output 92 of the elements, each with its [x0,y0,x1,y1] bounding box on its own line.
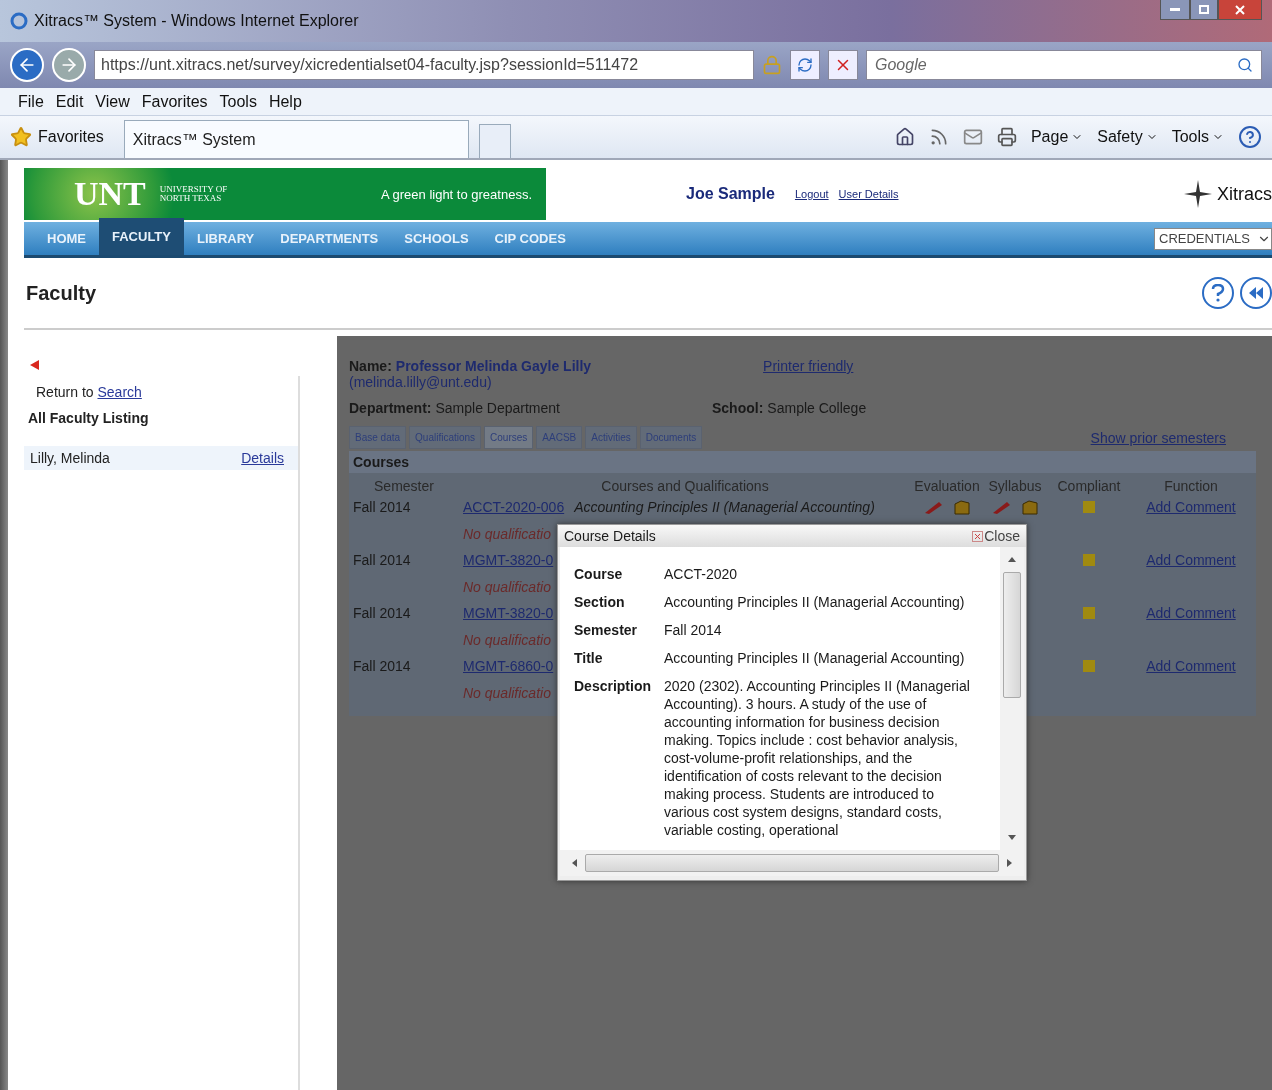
browser-tab[interactable]: Xitracs™ System [123,120,469,158]
minimize-icon [1170,7,1180,12]
compliant-marker [1083,501,1095,513]
header-link[interactable]: User Details [838,188,899,200]
dialog-title: Course Details [564,528,656,544]
mail-icon[interactable] [962,127,983,147]
page-title: Faculty [25,281,97,305]
column-header: Semester [373,477,435,494]
qualification-note: No qualificatio [463,684,551,701]
home-icon[interactable] [894,127,915,147]
help-icon[interactable] [1238,125,1262,149]
compliant-marker [1083,607,1095,619]
menu-item[interactable]: File [14,92,48,111]
search-field[interactable]: Google [866,50,1262,80]
header-link[interactable]: Logout [794,188,829,200]
field-value: 2020 (2302). Accounting Principles II (Managerial Accounting). 3 hours. A study of the use of accounting information for business decision making. Topics include : cost behavior analysis, cost-volume-profit relationships, and the identification of costs relevant to the decision making process. Students are introduced to various cost system designs, standard costs, variable costing, operational [664,677,971,840]
qualification-note: No qualificatio [463,578,551,595]
field-value: Accounting Principles II (Managerial Accounting) [664,649,966,668]
refresh-button[interactable] [790,50,820,80]
logo-subtitle: UNIVERSITY OF NORTH TEXAS [159,185,229,203]
table-title: Courses [349,451,1256,473]
stop-button[interactable] [828,50,858,80]
vertical-scrollbar[interactable] [1000,547,1024,850]
course-title: Accounting Principles II (Managerial Accounting) [574,499,875,515]
maximize-icon [1199,5,1209,14]
menu-item[interactable]: Help [264,92,306,111]
close-icon [972,530,984,542]
refresh-icon [797,57,813,73]
command-menu[interactable]: Page [1030,128,1084,146]
semester-cell-text: Fall 2014 [352,551,412,570]
close-icon [1235,4,1245,15]
details-link[interactable]: Details [241,450,284,466]
column-header: Compliant [1056,477,1122,494]
minimize-button[interactable] [1160,0,1190,20]
school-line: School: Sample College [712,400,867,416]
window-title: Xitracs™ System - Windows Internet Explorer [34,12,359,30]
search-link[interactable]: Search [97,384,142,400]
collapse-arrow-icon[interactable] [30,360,39,370]
menu-item[interactable]: View [91,92,134,111]
rewind-button[interactable] [1240,277,1272,309]
printer-icon[interactable] [996,127,1017,147]
field-label: Description [574,677,652,696]
compliant-marker [1083,660,1095,672]
tagline: A green light to greatness. [380,186,532,202]
maximize-button[interactable] [1190,0,1218,20]
command-menu[interactable]: Safety [1097,128,1158,146]
column-header: Function [1163,477,1219,494]
semester-cell-text: Fall 2014 [352,604,412,623]
user-name: Joe Sample [686,185,775,203]
logo-text: UNT [74,175,146,213]
field-label: Semester [574,621,639,640]
close-button[interactable]: Close [972,528,1020,544]
close-button[interactable] [1218,0,1262,20]
brand-name: Xitracs [1217,183,1272,205]
qualification-note: No qualificatio [463,631,551,648]
field-label: Title [574,649,604,668]
question-mark-icon [1211,284,1225,302]
faculty-list-item[interactable]: Lilly, Melinda Details [24,446,298,470]
column-header: Evaluation [913,477,981,494]
command-menu[interactable]: Tools [1171,128,1224,146]
column-header: Courses and Qualifications [600,477,770,494]
help-button[interactable] [1202,277,1234,309]
qualification-note: No qualificatio [463,525,551,542]
faculty-name-line: Name: Professor Melinda Gayle Lilly [349,358,592,374]
menu-item[interactable]: Tools [215,92,261,111]
search-icon[interactable] [1237,57,1253,73]
faculty-email: (melinda.lilly@unt.edu) [349,374,492,390]
back-button[interactable] [10,48,44,82]
field-value: Fall 2014 [664,621,723,640]
field-label: Course [574,565,624,584]
semester-cell-text: Fall 2014 [352,498,412,517]
address-field[interactable]: https://unt.xitracs.net/survey/xicredentialset04-faculty.jsp?sessionId=511472 [94,50,754,80]
listing-heading: All Faculty Listing [27,410,150,426]
field-label: Section [574,593,626,612]
faculty-name: Lilly, Melinda [30,450,110,466]
star-icon [10,126,32,148]
compliant-marker [1083,554,1095,566]
horizontal-scrollbar[interactable] [560,850,1024,876]
nav-tab[interactable]: FACULTY [99,218,184,255]
credentials-dropdown[interactable]: CREDENTIALS [1154,227,1272,250]
rewind-icon [1249,287,1263,299]
menu-item[interactable]: Favorites [137,92,212,111]
forward-button[interactable] [52,48,86,82]
field-value: Accounting Principles II (Managerial Accounting) [664,593,966,612]
browser-logo-icon [10,12,28,30]
column-header: Syllabus [987,477,1043,494]
department-line: Department: Sample Department [349,400,561,416]
return-text: Return to Search [35,384,143,400]
menu-item[interactable]: Edit [51,92,88,111]
semester-cell-text: Fall 2014 [352,657,412,676]
field-value: ACCT-2020 [664,565,739,584]
favorites-button[interactable]: Favorites [10,126,114,148]
